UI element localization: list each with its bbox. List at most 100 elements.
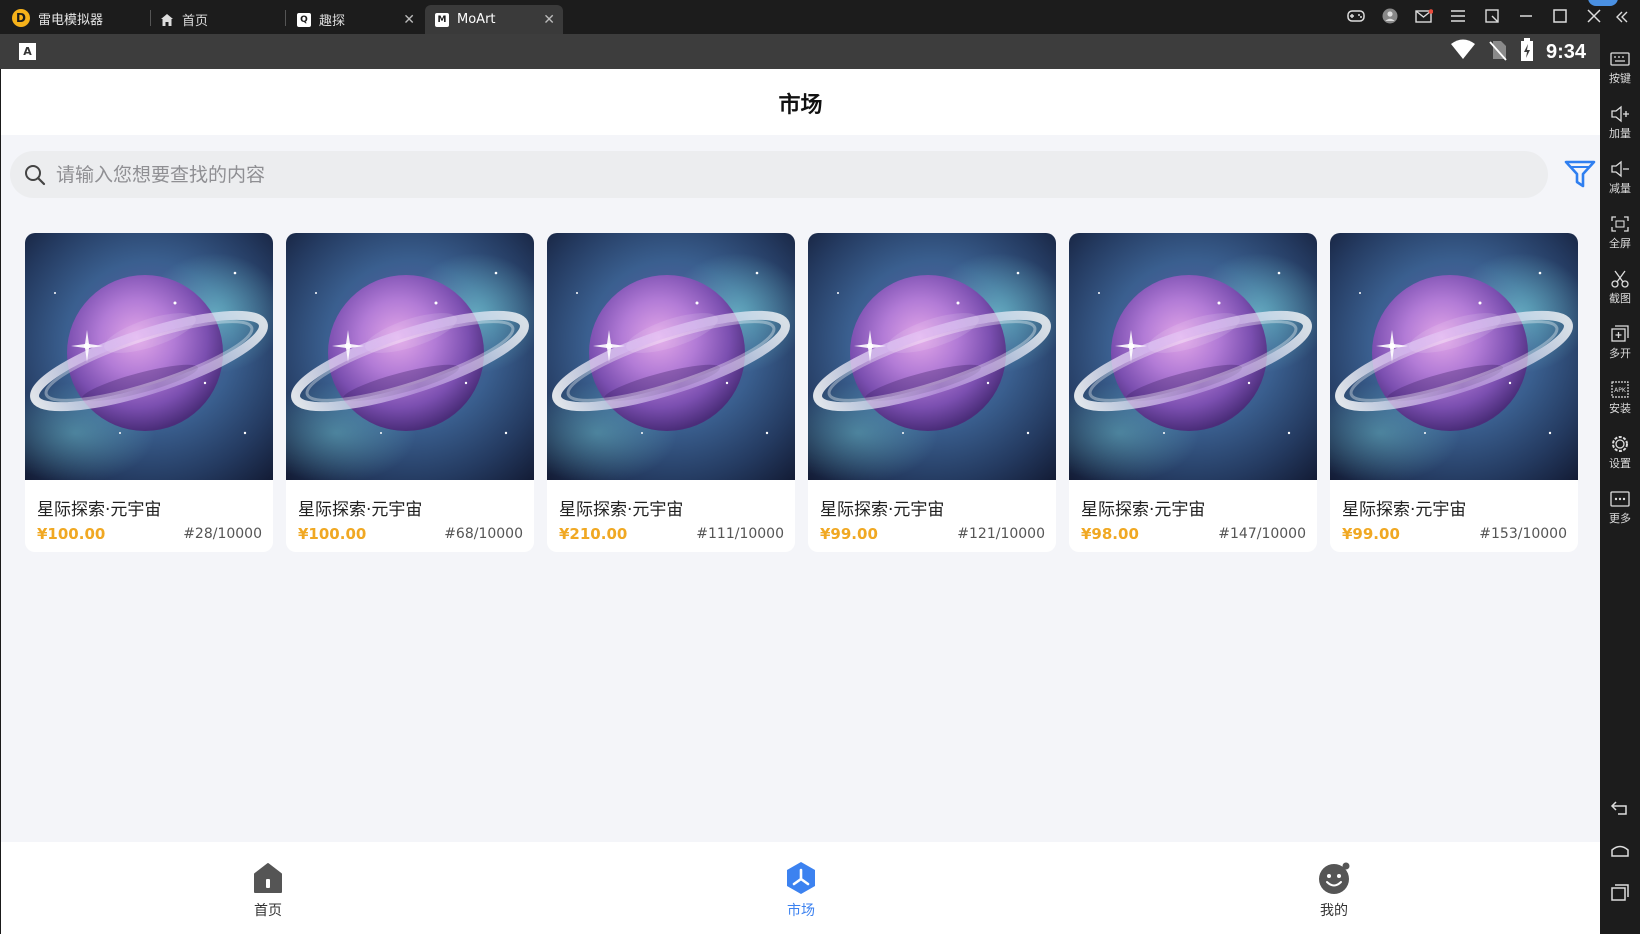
emulator-logo-icon: D bbox=[12, 9, 30, 27]
menu-icon[interactable] bbox=[1448, 6, 1468, 26]
tab-qutan-label: 趣探 bbox=[319, 14, 346, 29]
search-input[interactable] bbox=[56, 163, 1456, 186]
tab-moart[interactable]: M MoArt ✕ bbox=[425, 5, 563, 34]
recent-apps-icon[interactable] bbox=[1610, 882, 1630, 902]
account-icon[interactable] bbox=[1380, 6, 1400, 26]
tabbar-profile[interactable]: 我的 bbox=[1294, 860, 1374, 920]
multi-instance-icon bbox=[1611, 325, 1629, 342]
item-serial: #111/10000 bbox=[696, 526, 784, 542]
search-bar[interactable] bbox=[10, 151, 1548, 198]
filter-icon[interactable] bbox=[1563, 157, 1597, 191]
item-serial: #28/10000 bbox=[183, 526, 262, 542]
android-statusbar: A 9:34 bbox=[0, 34, 1600, 69]
side-tool-settings[interactable]: 设置 bbox=[1600, 435, 1640, 471]
app-screen: 市场 星际探索·元宇宙 ¥100.00 #28/10000 星际探索·元宇宙 ¥… bbox=[1, 69, 1600, 934]
home-nav-icon[interactable] bbox=[1610, 840, 1630, 860]
moart-icon: M bbox=[435, 12, 449, 27]
page-title: 市场 bbox=[778, 93, 823, 118]
scissors-icon bbox=[1611, 270, 1629, 288]
side-tool-install[interactable]: APK 安装 bbox=[1600, 380, 1640, 416]
side-tool-volume-up[interactable]: 加量 bbox=[1600, 105, 1640, 141]
status-icons: 9:34 bbox=[1450, 38, 1586, 66]
item-serial: #147/10000 bbox=[1218, 526, 1306, 542]
item-price: ¥99.00 bbox=[820, 525, 878, 543]
back-icon[interactable] bbox=[1610, 798, 1630, 818]
item-name: 星际探索·元宇宙 bbox=[1081, 500, 1206, 520]
side-tool-label: 多开 bbox=[1609, 347, 1631, 360]
emulator-logo[interactable]: D 雷电模拟器 bbox=[12, 8, 103, 28]
market-item-card[interactable]: 星际探索·元宇宙 ¥99.00 #121/10000 bbox=[808, 233, 1056, 552]
wifi-icon bbox=[1450, 39, 1476, 65]
tab-moart-label: MoArt bbox=[457, 12, 496, 27]
item-price: ¥100.00 bbox=[37, 525, 106, 543]
side-tool-screenshot[interactable]: 截图 bbox=[1600, 270, 1640, 306]
market-icon bbox=[787, 862, 815, 894]
gear-icon bbox=[1612, 436, 1628, 452]
side-tool-more[interactable]: 更多 bbox=[1600, 490, 1640, 526]
corner-badge bbox=[1588, 0, 1618, 6]
volume-up-icon bbox=[1611, 105, 1629, 123]
item-price: ¥99.00 bbox=[1342, 525, 1400, 543]
app-header: 市场 bbox=[1, 69, 1600, 135]
keyboard-icon bbox=[1610, 52, 1630, 66]
item-image bbox=[286, 233, 534, 480]
item-name: 星际探索·元宇宙 bbox=[1342, 500, 1467, 520]
side-tool-keyboard[interactable]: 按键 bbox=[1600, 50, 1640, 86]
side-tool-volume-down[interactable]: 减量 bbox=[1600, 160, 1640, 196]
tabbar-home-label: 首页 bbox=[254, 903, 282, 919]
home-icon bbox=[160, 13, 174, 27]
tab-divider bbox=[285, 10, 286, 26]
tab-qutan[interactable]: Q 趣探 ✕ bbox=[287, 5, 423, 34]
market-item-card[interactable]: 星际探索·元宇宙 ¥98.00 #147/10000 bbox=[1069, 233, 1317, 552]
side-tool-fullscreen[interactable]: 全屏 bbox=[1600, 215, 1640, 251]
side-tool-label: 截图 bbox=[1609, 292, 1631, 305]
maximize-icon[interactable] bbox=[1550, 6, 1570, 26]
item-name: 星际探索·元宇宙 bbox=[298, 500, 423, 520]
collapse-sidebar-icon[interactable] bbox=[1612, 7, 1632, 27]
emulator-app-name: 雷电模拟器 bbox=[38, 12, 104, 28]
home-icon bbox=[254, 863, 282, 893]
search-icon bbox=[25, 164, 46, 185]
item-image bbox=[1069, 233, 1317, 480]
gamepad-icon[interactable] bbox=[1346, 6, 1366, 26]
tabbar-home[interactable]: 首页 bbox=[228, 860, 308, 920]
status-indicator: A bbox=[19, 43, 36, 60]
close-icon[interactable]: ✕ bbox=[543, 12, 555, 28]
restore-icon[interactable] bbox=[1482, 6, 1502, 26]
minimize-icon[interactable] bbox=[1516, 6, 1536, 26]
bottom-tabbar: 首页 市场 我的 bbox=[1, 842, 1600, 934]
svg-text:APK: APK bbox=[1614, 387, 1627, 394]
profile-icon bbox=[1319, 862, 1350, 894]
tab-home[interactable]: 首页 bbox=[150, 5, 280, 34]
side-tool-label: 加量 bbox=[1609, 127, 1631, 140]
side-tool-multi[interactable]: 多开 bbox=[1600, 325, 1640, 361]
item-image bbox=[547, 233, 795, 480]
item-serial: #68/10000 bbox=[444, 526, 523, 542]
item-price: ¥100.00 bbox=[298, 525, 367, 543]
tab-home-label: 首页 bbox=[182, 14, 209, 29]
side-tool-label: 安装 bbox=[1609, 402, 1631, 415]
item-price: ¥98.00 bbox=[1081, 525, 1139, 543]
mail-icon[interactable] bbox=[1414, 6, 1434, 26]
market-item-card[interactable]: 星际探索·元宇宙 ¥210.00 #111/10000 bbox=[547, 233, 795, 552]
window-close-icon[interactable] bbox=[1584, 6, 1604, 26]
more-icon bbox=[1610, 491, 1630, 507]
market-item-card[interactable]: 星际探索·元宇宙 ¥100.00 #68/10000 bbox=[286, 233, 534, 552]
market-item-card[interactable]: 星际探索·元宇宙 ¥100.00 #28/10000 bbox=[25, 233, 273, 552]
emulator-side-toolbar: 按键 加量 减量 全屏 截图 多开 APK 安装 设置 更多 bbox=[1600, 34, 1640, 934]
tabbar-market-label: 市场 bbox=[787, 903, 815, 919]
fullscreen-icon bbox=[1611, 216, 1629, 232]
tabbar-market[interactable]: 市场 bbox=[761, 860, 841, 920]
side-tool-label: 全屏 bbox=[1609, 237, 1631, 250]
market-grid: 星际探索·元宇宙 ¥100.00 #28/10000 星际探索·元宇宙 ¥100… bbox=[25, 233, 1585, 553]
side-tool-label: 设置 bbox=[1609, 457, 1631, 470]
emulator-titlebar: D 雷电模拟器 首页 Q 趣探 ✕ M MoArt ✕ bbox=[0, 0, 1640, 34]
item-name: 星际探索·元宇宙 bbox=[559, 500, 684, 520]
close-icon[interactable]: ✕ bbox=[403, 12, 415, 28]
item-serial: #153/10000 bbox=[1479, 526, 1567, 542]
market-item-card[interactable]: 星际探索·元宇宙 ¥99.00 #153/10000 bbox=[1330, 233, 1578, 552]
side-tool-label: 更多 bbox=[1609, 512, 1631, 525]
item-image bbox=[808, 233, 1056, 480]
side-tool-label: 按键 bbox=[1609, 72, 1631, 85]
app-icon: Q bbox=[297, 12, 311, 27]
